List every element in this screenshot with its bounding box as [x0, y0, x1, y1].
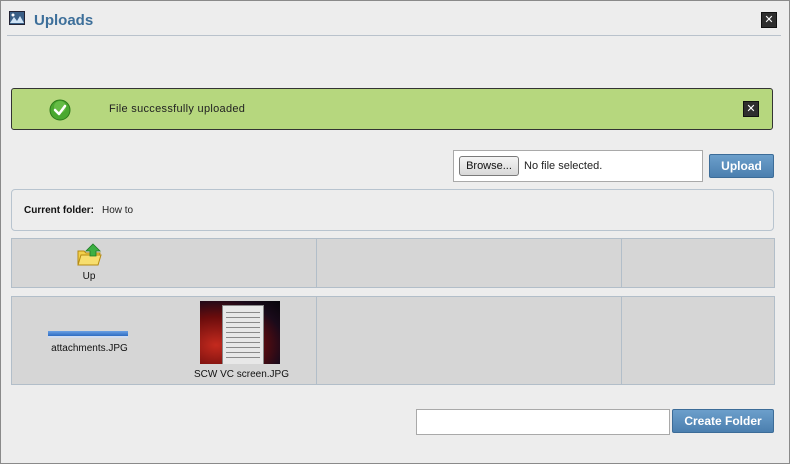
browse-button[interactable]: Browse...	[459, 156, 519, 176]
image-gallery-icon	[9, 11, 25, 25]
grid-divider	[316, 239, 317, 287]
file-status-text: No file selected.	[524, 160, 603, 172]
file-thumbnail	[200, 301, 280, 364]
current-folder-panel: Current folder: How to	[11, 189, 774, 231]
folder-grid-row: Up	[11, 238, 775, 288]
up-folder-item[interactable]: Up	[74, 243, 104, 282]
folder-up-icon	[77, 243, 102, 266]
uploads-dialog: Uploads ✕ File successfully uploaded ✕ B…	[0, 0, 790, 464]
grid-divider	[621, 297, 622, 384]
dialog-title: Uploads	[34, 12, 94, 29]
file-picker[interactable]: Browse... No file selected.	[453, 150, 703, 182]
upload-button[interactable]: Upload	[709, 154, 774, 178]
file-grid-row: attachments.JPG SCW VC screen.JPG	[11, 296, 775, 385]
current-folder-label: Current folder:	[24, 205, 94, 216]
success-notification: File successfully uploaded ✕	[11, 88, 773, 130]
file-thumbnail	[48, 331, 128, 336]
file-name: attachments.JPG	[51, 343, 128, 354]
file-name: SCW VC screen.JPG	[193, 369, 290, 380]
check-circle-icon	[49, 99, 71, 121]
new-folder-name-input[interactable]	[416, 409, 670, 435]
grid-divider	[316, 297, 317, 384]
dismiss-notification-button[interactable]: ✕	[743, 101, 759, 117]
thumbnail-window-graphic	[222, 305, 264, 364]
success-message: File successfully uploaded	[109, 103, 246, 115]
create-folder-button[interactable]: Create Folder	[672, 409, 774, 433]
current-folder-value: How to	[102, 205, 134, 216]
title-bar: Uploads ✕	[7, 7, 781, 36]
up-folder-label: Up	[82, 271, 96, 282]
grid-divider	[621, 239, 622, 287]
close-dialog-button[interactable]: ✕	[761, 12, 777, 28]
